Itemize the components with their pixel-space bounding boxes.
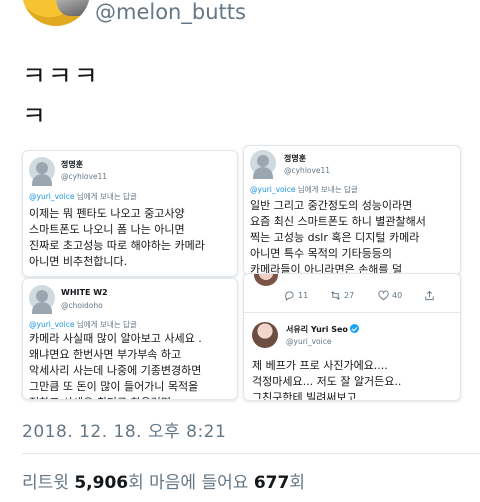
reply-author-handle: @choidoho	[61, 301, 103, 310]
heart-icon	[378, 290, 389, 301]
reply-avatar	[29, 157, 55, 186]
reply-to-line: @yuri_voice 님에게 보내는 답글	[29, 319, 137, 330]
reply-to-suffix: 님에게 보내는 답글	[74, 320, 137, 329]
reply-author-name: 서유리 Yuri Seo	[286, 324, 359, 335]
reply-author-name: 정명훈	[61, 160, 84, 169]
tweet-timestamp[interactable]: 2018. 12. 18. 오후 8:21	[22, 417, 226, 442]
retweet-count-value: 27	[344, 291, 355, 300]
reply-to-suffix: 님에게 보내는 답글	[74, 192, 137, 201]
reply-card-yuri-voice: 11 27 40 서유리 Yuri Seo @yuri_voice 제 베프가 …	[243, 273, 461, 401]
user-handle[interactable]: @melon_butts	[95, 0, 246, 24]
likes-count[interactable]: 677	[254, 473, 290, 493]
avatar-cat-image	[56, 0, 90, 16]
retweet-count[interactable]: 27	[330, 290, 354, 301]
reply-body: 카메라 사실때 많이 알아보고 사세요 . 왜냐면요 한번사면 부가부속 하고 …	[29, 332, 202, 399]
reply-author-name: WHITE W2	[61, 288, 108, 297]
reply-to-line: @yuri_voice 님에게 보내는 답글	[250, 184, 358, 195]
screenshot-collage[interactable]: 정명훈 @cyhlove11 @yuri_voice 님에게 보내는 답글 이제…	[0, 140, 480, 410]
tweet-text-line-2: ㅋ	[22, 102, 48, 132]
reply-icon	[285, 291, 294, 301]
retweets-unit: 회	[128, 473, 144, 493]
retweet-icon	[331, 291, 340, 300]
retweets-label[interactable]: 리트윗	[22, 473, 69, 493]
reply-to-line: @yuri_voice 님에게 보내는 답글	[29, 191, 137, 202]
tweet-header: @melon_butts	[0, 0, 480, 40]
reply-avatar-yuri	[252, 322, 278, 348]
likes-unit: 회	[289, 473, 305, 493]
verified-badge-icon	[349, 324, 359, 333]
retweets-count[interactable]: 5,906	[74, 473, 128, 493]
reply-to-link: @yuri_voice	[29, 320, 75, 329]
reply-body: 이제는 뭐 펜타도 나오고 중고사양 스마트폰도 나오니 폼 나는 아니면 진짜…	[29, 207, 205, 268]
reply-to-suffix: 님에게 보내는 답글	[295, 185, 358, 194]
profile-avatar[interactable]	[22, 0, 90, 26]
reply-author-name-text: 서유리 Yuri Seo	[286, 325, 348, 334]
reply-card-cyhlove11-2: 정명훈 @cyhlove11 @yuri_voice 님에게 보내는 답글 일반…	[243, 145, 461, 275]
reply-card-choidoho: WHITE W2 @choidoho @yuri_voice 님에게 보내는 답…	[22, 278, 238, 400]
like-count[interactable]: 40	[378, 290, 402, 301]
reply-avatar	[250, 150, 276, 179]
reply-to-link: @yuri_voice	[29, 192, 75, 201]
previous-tweet-actions: 11 27 40	[244, 274, 460, 313]
reply-author-name: 정명훈	[284, 154, 307, 163]
reply-author-handle: @cyhlove11	[284, 166, 331, 175]
likes-label[interactable]: 마음에 들어요	[149, 473, 248, 493]
previous-avatar	[254, 274, 278, 286]
share-icon	[425, 290, 434, 301]
reply-count-value: 11	[298, 291, 309, 300]
reply-to-link: @yuri_voice	[250, 185, 296, 194]
reply-author-handle: @yuri_voice	[286, 337, 332, 346]
divider	[22, 453, 480, 454]
reply-card-cyhlove11-1: 정명훈 @cyhlove11 @yuri_voice 님에게 보내는 답글 이제…	[22, 150, 238, 277]
tweet-text-line-1: ㅋㅋㅋ	[22, 62, 100, 92]
reply-body: 일반 그리고 중간정도의 성능이라면 요즘 최신 스마트폰도 하니 별관찰해서 …	[250, 199, 426, 275]
like-count-value: 40	[392, 291, 403, 300]
reply-count[interactable]: 11	[284, 290, 308, 301]
reply-body: 제 베프가 프로 사진가에요.... 걱정마세요... 저도 잘 알거든요.. …	[252, 359, 402, 401]
share-button[interactable]	[424, 290, 435, 301]
tweet-metrics: 리트윗 5,906회 마음에 들어요 677회	[22, 468, 305, 493]
reply-avatar	[29, 285, 55, 314]
reply-author-handle: @cyhlove11	[61, 172, 108, 181]
